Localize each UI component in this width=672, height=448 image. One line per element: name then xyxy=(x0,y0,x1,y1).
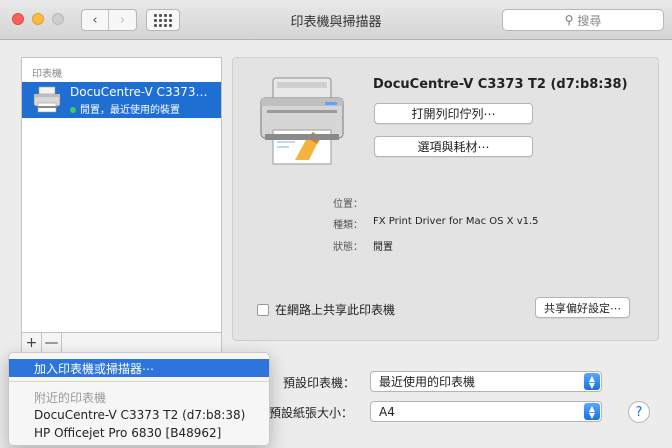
printers-window: ‹ › 印表機與掃描器 ⚲ 搜尋 印表機 DocuCentre-V C3373…… xyxy=(0,0,672,448)
minimize-button[interactable] xyxy=(32,13,44,25)
chevron-right-icon: › xyxy=(119,12,126,28)
search-field[interactable]: ⚲ 搜尋 xyxy=(502,9,664,31)
menu-item-nearby-printer[interactable]: DocuCentre-V C3373 T2 (d7:b8:38) xyxy=(9,406,269,424)
menu-separator xyxy=(9,381,269,382)
printer-icon xyxy=(33,86,61,113)
printer-status: 閒置，最近使用的裝置 xyxy=(70,101,180,116)
close-button[interactable] xyxy=(12,13,24,25)
sharing-preferences-button[interactable]: 共享偏好設定⋯ xyxy=(535,297,630,318)
options-supplies-button[interactable]: 選項與耗材⋯ xyxy=(374,136,533,157)
window-title: 印表機與掃描器 xyxy=(290,15,382,30)
help-button[interactable]: ? xyxy=(628,401,650,423)
kind-label: 種類： xyxy=(333,220,363,231)
printer-list-item[interactable]: DocuCentre-V C3373… 閒置，最近使用的裝置 xyxy=(22,82,221,118)
share-checkbox-label: 在網路上共享此印表機 xyxy=(275,303,396,317)
updown-chevron-icon: ▲ ▼ xyxy=(584,373,600,390)
search-icon: ⚲ xyxy=(564,13,574,27)
printer-large-icon xyxy=(260,77,344,165)
add-printer-button[interactable]: + xyxy=(22,333,42,352)
titlebar: ‹ › 印表機與掃描器 ⚲ 搜尋 xyxy=(0,0,672,40)
back-button[interactable]: ‹ xyxy=(82,10,110,30)
search-placeholder: 搜尋 xyxy=(577,13,602,28)
show-all-button[interactable] xyxy=(146,9,180,31)
default-paper-label: 預設紙張大小： xyxy=(269,406,354,420)
list-controls: + — xyxy=(21,333,222,353)
menu-item-nearby-printer[interactable]: HP Officejet Pro 6830 [B48962] xyxy=(9,424,269,442)
open-print-queue-button[interactable]: 打開列印佇列⋯ xyxy=(374,103,533,124)
status-dot-icon xyxy=(70,107,76,113)
chevron-left-icon: ‹ xyxy=(92,12,98,28)
share-checkbox[interactable] xyxy=(257,303,269,316)
zoom-button[interactable] xyxy=(52,13,64,25)
share-printer-option[interactable]: 在網路上共享此印表機 xyxy=(257,301,395,318)
printer-title: DocuCentre-V C3373 T2 (d7:b8:38) xyxy=(373,77,628,92)
remove-printer-button[interactable]: — xyxy=(42,333,62,352)
default-printer-label: 預設印表機： xyxy=(283,376,356,390)
default-paper-value: A4 xyxy=(379,404,395,419)
printer-list-header: 印表機 xyxy=(32,69,62,80)
status-value: 閒置 xyxy=(373,242,393,253)
default-paper-select[interactable]: A4 ▲ ▼ xyxy=(370,401,602,422)
default-printer-select[interactable]: 最近使用的印表機 ▲ ▼ xyxy=(370,371,602,392)
printer-status-text: 閒置，最近使用的裝置 xyxy=(80,105,180,116)
kind-value: FX Print Driver for Mac OS X v1.5 xyxy=(373,216,539,227)
printer-detail-panel: DocuCentre-V C3373 T2 (d7:b8:38) 打開列印佇列⋯… xyxy=(232,57,659,341)
updown-chevron-icon: ▲ ▼ xyxy=(584,403,600,420)
printer-name: DocuCentre-V C3373… xyxy=(70,85,208,99)
default-printer-value: 最近使用的印表機 xyxy=(379,375,476,389)
forward-button[interactable]: › xyxy=(109,10,136,30)
printer-list: 印表機 DocuCentre-V C3373… 閒置，最近使用的裝置 xyxy=(21,57,222,333)
menu-item-add-printer[interactable]: 加入印表機或掃描器⋯ xyxy=(9,359,269,377)
menu-section-nearby: 附近的印表機 xyxy=(34,390,107,405)
add-printer-menu: 加入印表機或掃描器⋯ 附近的印表機 DocuCentre-V C3373 T2 … xyxy=(8,352,270,446)
location-label: 位置： xyxy=(333,199,363,210)
nav-group: ‹ › xyxy=(81,9,137,31)
grid-icon xyxy=(154,13,172,27)
status-label: 狀態： xyxy=(333,242,363,253)
